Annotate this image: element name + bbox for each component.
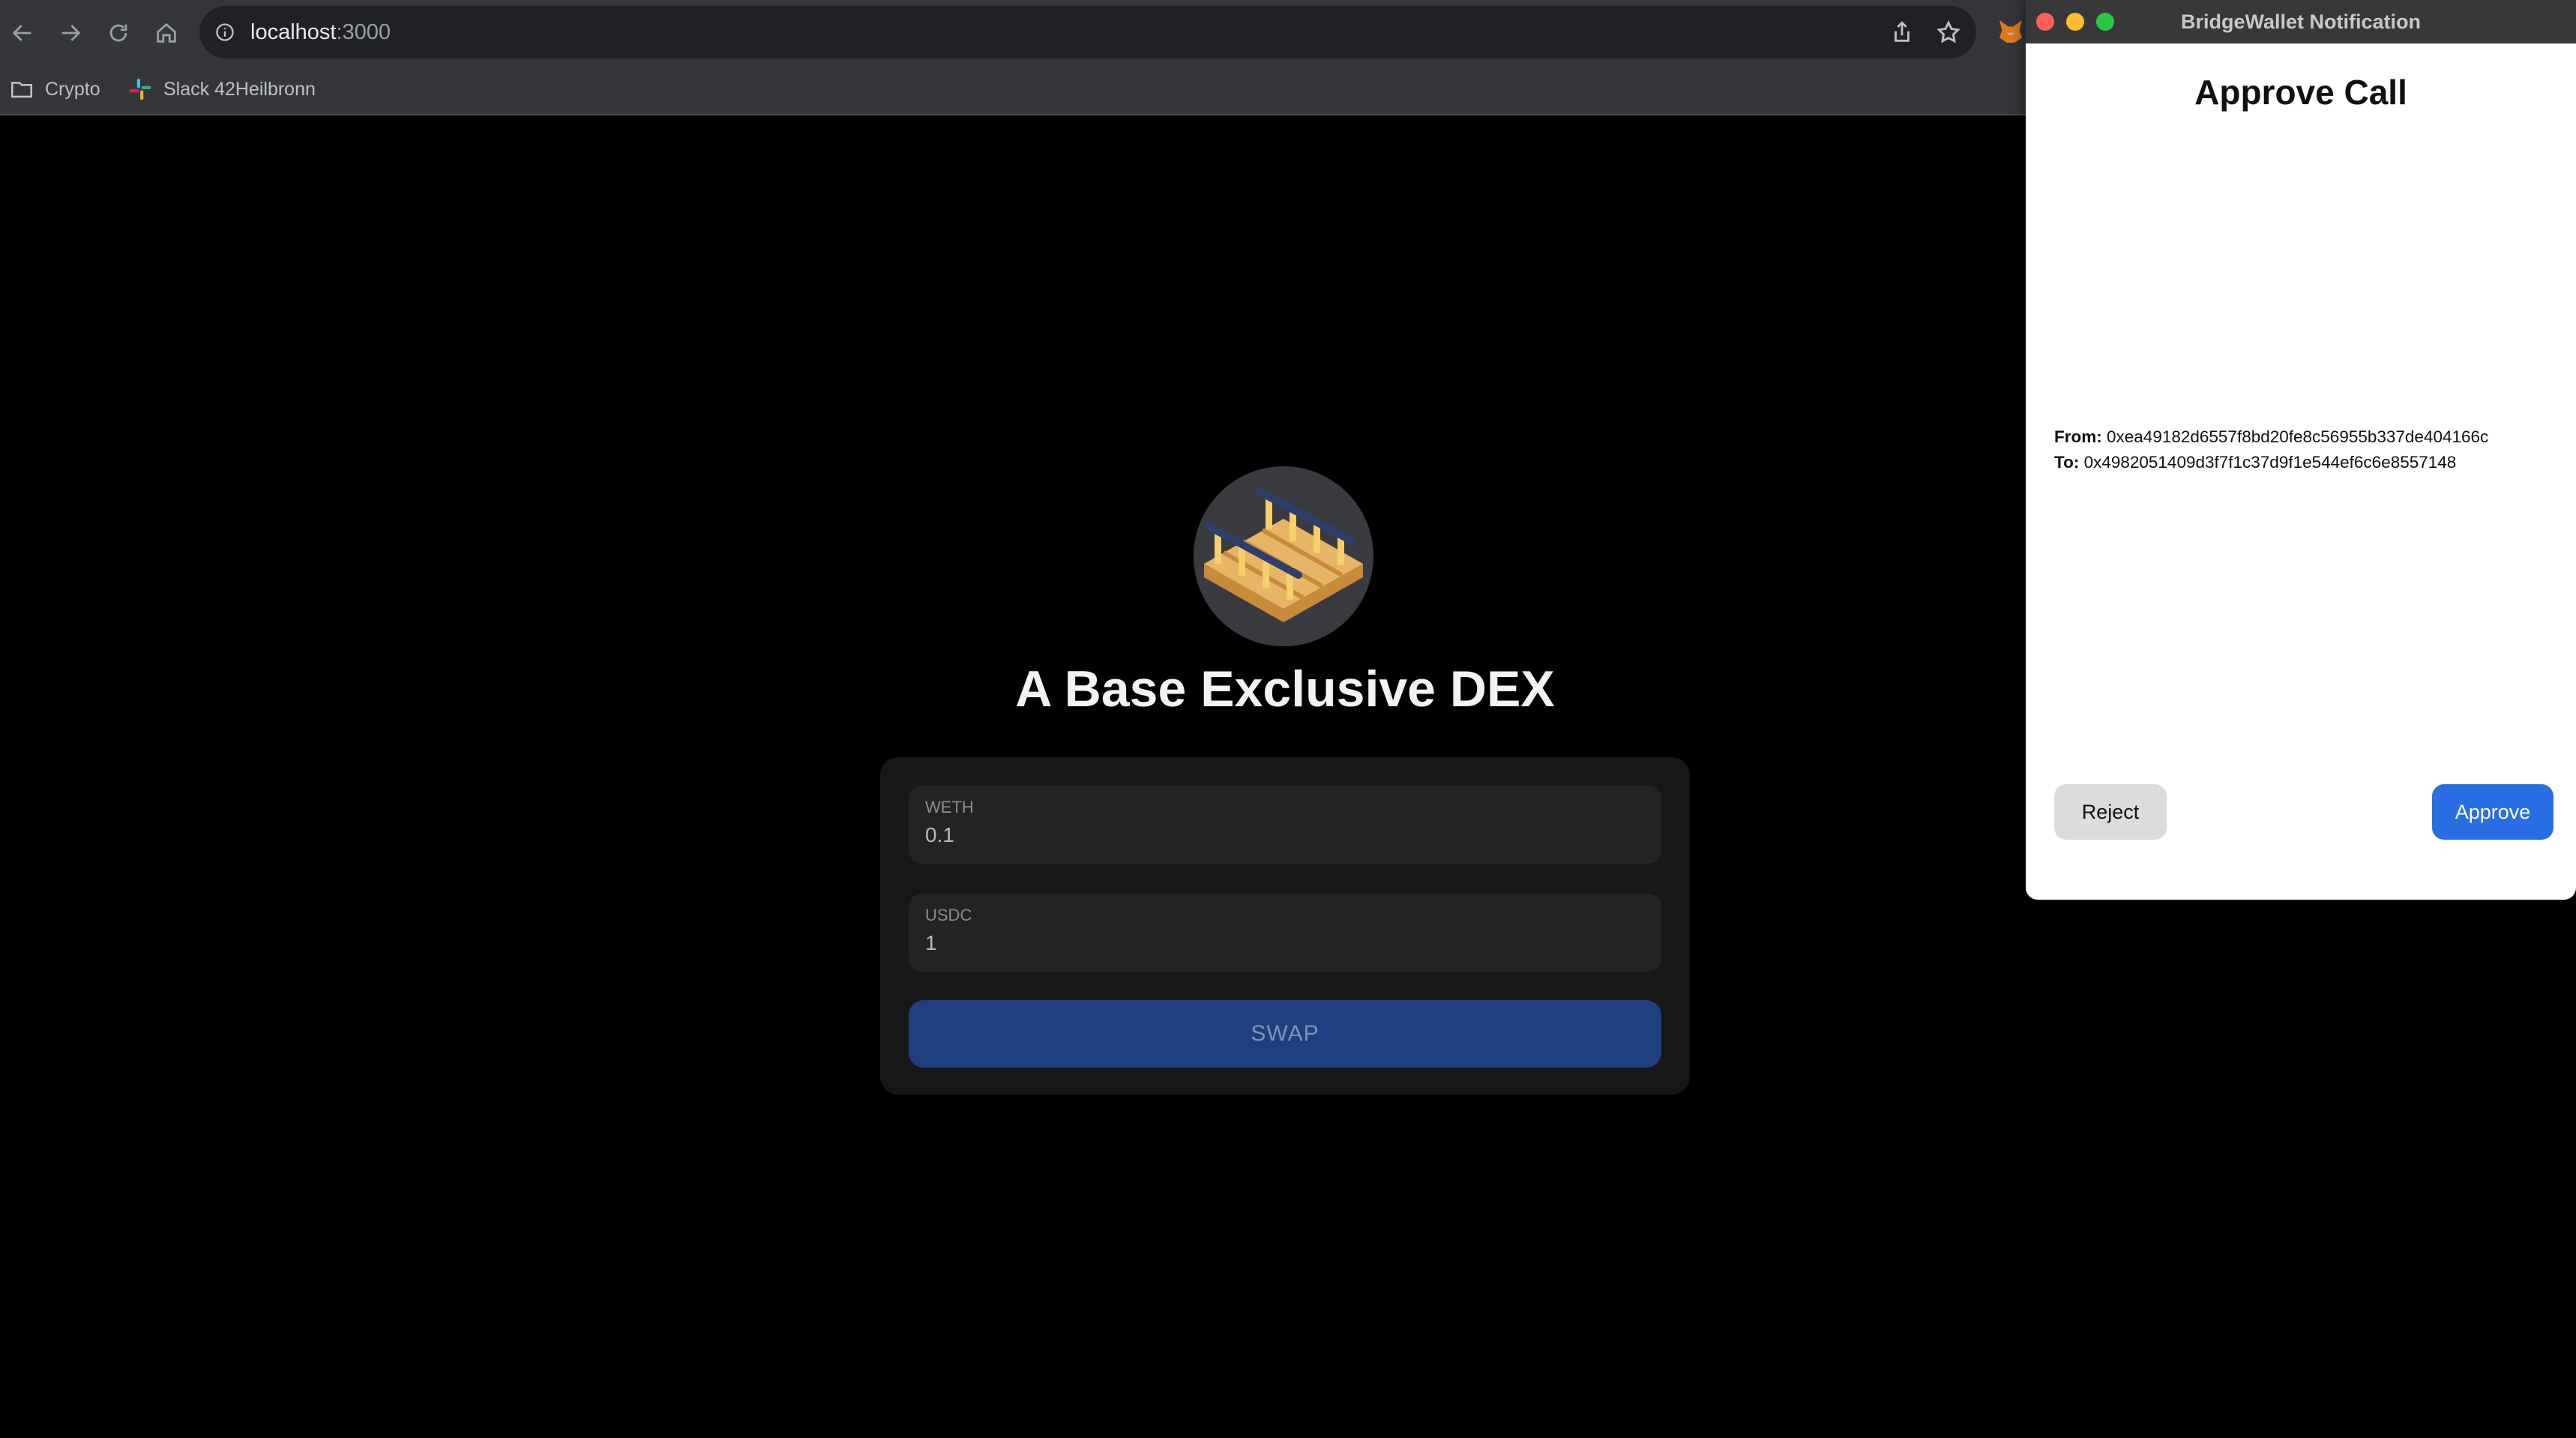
share-icon[interactable] — [1889, 19, 1915, 45]
from-amount-input[interactable]: 0.1 — [925, 823, 954, 847]
close-window-button[interactable] — [2036, 13, 2054, 31]
zoom-window-button[interactable] — [2096, 13, 2114, 31]
address-bar[interactable]: localhost:3000 — [199, 6, 1976, 58]
reject-button[interactable]: Reject — [2054, 784, 2167, 840]
notification-heading: Approve Call — [2194, 73, 2407, 112]
url-text: localhost:3000 — [250, 6, 391, 58]
from-address-row: From: 0xea49182d6557f8bd20fe8c56955b337d… — [2054, 427, 2488, 447]
info-icon[interactable] — [214, 22, 235, 43]
bookmark-crypto[interactable]: Crypto — [9, 72, 100, 106]
forward-arrow-icon — [61, 25, 81, 41]
to-address-row: To: 0x4982051409d3f7f1c37d9f1e544ef6c6e8… — [2054, 453, 2456, 472]
url-host: localhost — [250, 20, 337, 44]
to-amount-input[interactable]: 1 — [925, 931, 937, 955]
back-button[interactable] — [6, 16, 39, 49]
bridge-logo-icon — [1204, 488, 1363, 622]
forward-button[interactable] — [54, 16, 87, 49]
reload-button[interactable] — [102, 16, 135, 49]
from-label: From: — [2054, 427, 2102, 446]
from-address: 0xea49182d6557f8bd20fe8c56955b337de40416… — [2107, 427, 2489, 446]
window-titlebar: BridgeWallet Notification — [2026, 0, 2576, 43]
dex-logo — [1194, 466, 1373, 646]
bookmark-label: Crypto — [45, 78, 100, 100]
bookmark-slack[interactable]: Slack 42Heilbronn — [127, 72, 316, 106]
to-token-field[interactable]: USDC 1 — [909, 894, 1661, 972]
folder-icon — [10, 82, 33, 98]
bookmark-star-icon[interactable] — [1936, 19, 1961, 45]
slack-icon — [129, 78, 151, 100]
reload-icon — [109, 24, 127, 42]
back-arrow-icon — [12, 25, 31, 41]
to-token-label: USDC — [925, 906, 972, 924]
swap-button[interactable]: SWAP — [909, 1000, 1661, 1068]
bookmark-label: Slack 42Heilbronn — [163, 78, 316, 100]
swap-card: WETH 0.1 USDC 1 SWAP — [880, 757, 1690, 1095]
url-port: :3000 — [336, 20, 391, 44]
home-button[interactable] — [150, 16, 183, 49]
home-icon — [157, 22, 176, 43]
approve-button[interactable]: Approve — [2432, 784, 2554, 840]
to-label: To: — [2054, 453, 2080, 472]
metamask-fox-icon[interactable] — [1996, 16, 2026, 46]
from-token-field[interactable]: WETH 0.1 — [909, 786, 1661, 864]
to-address: 0x4982051409d3f7f1c37d9f1e544ef6c6e85571… — [2083, 453, 2457, 472]
from-token-label: WETH — [925, 798, 974, 816]
minimize-window-button[interactable] — [2066, 13, 2084, 31]
wallet-notification-window: BridgeWallet Notification Approve Call F… — [2026, 0, 2576, 900]
